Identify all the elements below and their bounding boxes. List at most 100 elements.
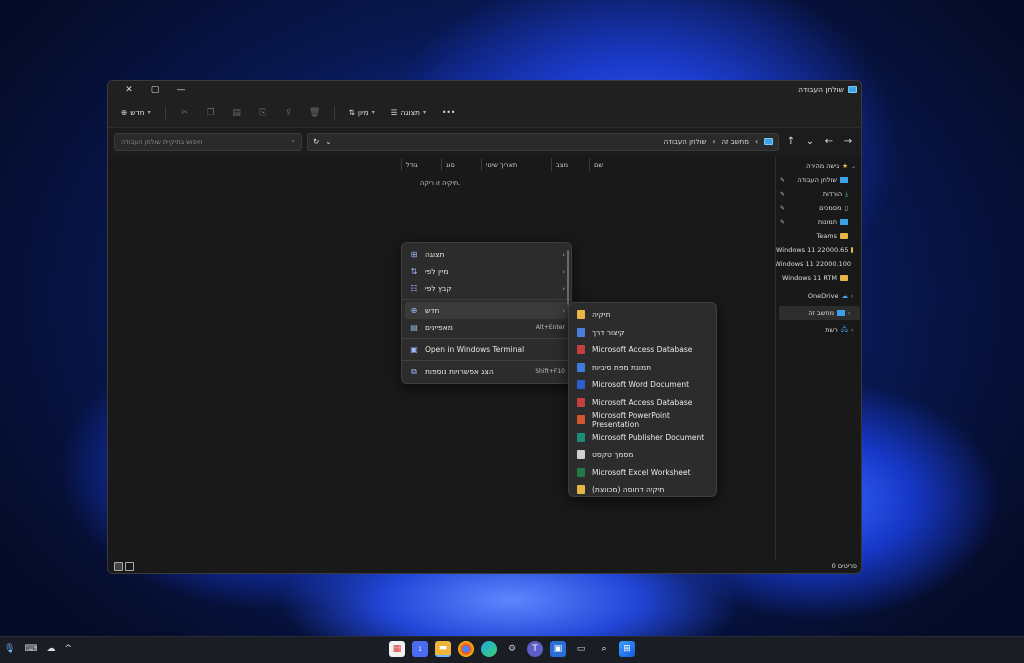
sort-button[interactable]: ⇅ מיון ▾ [344,105,380,120]
divider [333,105,335,120]
column-name-label: שם [594,160,603,169]
maximize-button[interactable]: ▢ [142,85,168,95]
sort-label: מיון [357,108,369,117]
delete-icon[interactable]: 🗑 [305,108,325,118]
column-size[interactable]: גודל [401,158,441,171]
chevron-up-icon[interactable]: ^ [64,644,72,654]
nav-item-label: Windows 11 22000.100 [776,260,851,268]
submenu-item-access-db[interactable]: Microsoft Access Database [569,341,716,359]
nav-item-pictures[interactable]: ✎ תמונות [776,215,861,229]
chat-icon[interactable]: ▭ [573,641,589,657]
command-bar: ⊕ חדש ▾ ✂ ❐ ▤ ⎘ ⇪ 🗑 ⇅ מיון ▾ ☰ תצוגה ▾ •… [108,98,861,128]
nav-network[interactable]: רשת 🖧 ‹ [776,323,861,337]
nav-onedrive[interactable]: OneDrive ☁ ‹ [776,289,861,303]
folder-icon [840,233,848,239]
access-icon [575,397,587,407]
chevron-down-icon[interactable]: ⌄ [325,137,331,146]
chrome-icon[interactable] [458,641,474,657]
address-bar[interactable]: ↻ ⌄ שולחן העבודה ‹ מחשב זה ‹ [307,132,779,151]
close-button[interactable]: ✕ [116,85,142,95]
recent-chevron-icon[interactable]: ⌄ [803,136,817,147]
submenu-item-access-db-2[interactable]: Microsoft Access Database [569,394,716,412]
submenu-item-powerpoint[interactable]: Microsoft PowerPoint Presentation [569,411,716,429]
nav-item-downloads[interactable]: ✎ הורדות ⤓ [776,187,861,201]
menu-item-label: Open in Windows Terminal [425,345,525,354]
menu-item-sort-by[interactable]: ⇅ מיין לפי › [402,263,571,280]
nav-item-desktop[interactable]: ✎ שולחן העבודה [776,173,861,187]
refresh-icon[interactable]: ↻ [313,137,319,146]
menu-item-new[interactable]: ⊕ חדש › [405,302,568,319]
group-icon: ☷ [410,284,418,293]
minimize-button[interactable]: — [168,85,194,95]
column-headers: שם מצב תאריך שינוי סוג גודל [393,158,761,171]
nav-item-documents[interactable]: ✎ מסמכים ▯ [776,201,861,215]
column-name[interactable]: שם [589,158,761,171]
submenu-item-publisher[interactable]: Microsoft Publisher Document [569,429,716,447]
column-type[interactable]: סוג [441,158,481,171]
column-date[interactable]: תאריך שינוי [481,158,551,171]
submenu-item-shortcut[interactable]: קיצור דרך [569,324,716,342]
nav-item-win11-rtm[interactable]: Windows 11 RTM [776,271,861,285]
teams-icon[interactable]: T [527,641,543,657]
nav-item-label: Windows 11 RTM [781,274,837,282]
keyboard-icon[interactable]: ⌨ [24,644,37,654]
menu-item-properties[interactable]: ▤ מאפיינים Alt+Enter [402,319,571,336]
nav-quick-access[interactable]: גישה מהירה ★ ⌄ [776,159,861,173]
microphone-icon[interactable]: 🎙 [4,644,15,654]
rename-icon[interactable]: ⎘ [253,108,273,118]
empty-folder-message: תיקיה זו ריקה. [420,179,461,187]
nav-item-label: הורדות [822,190,843,198]
search-icon[interactable]: ⌕ [596,641,612,657]
menu-scrollbar[interactable] [567,250,569,305]
submenu-item-label: תמונת מפת סיביות [592,362,652,372]
column-status-label: מצב [556,160,569,169]
column-status[interactable]: מצב [551,158,589,171]
file-explorer-icon[interactable]: ▬ [435,641,451,657]
cut-icon[interactable]: ✂ [175,108,195,118]
tiles-view-icon[interactable] [114,561,123,571]
submenu-item-excel[interactable]: Microsoft Excel Worksheet [569,464,716,482]
submenu-item-bitmap[interactable]: תמונת מפת סיביות [569,359,716,377]
address-row: חיפוש בתיקיית שולחן העבודה ⌕ ↻ ⌄ שולחן ה… [108,128,861,155]
submenu-item-word[interactable]: Microsoft Word Document [569,376,716,394]
chevron-down-icon: ▾ [371,109,375,116]
view-icon: ☰ [390,108,398,117]
teams-chat-icon[interactable]: 1 [412,641,428,657]
view-button[interactable]: ☰ תצוגה ▾ [386,105,431,120]
more-button[interactable]: ••• [437,105,460,120]
menu-item-view[interactable]: ⊞ תצוגה › [402,246,571,263]
share-icon[interactable]: ⇪ [279,108,299,118]
more-options-icon: ⧉ [411,366,417,376]
back-arrow-icon[interactable]: → [841,136,855,147]
menu-item-open-terminal[interactable]: ▣ Open in Windows Terminal [402,341,571,358]
nav-onedrive-label: OneDrive [807,292,839,300]
submenu-item-text[interactable]: מסמך טקסט [569,446,716,464]
details-view-icon[interactable] [125,561,134,571]
copy-icon[interactable]: ❐ [201,108,221,118]
nav-this-pc[interactable]: מחשב זה ‹ [779,306,860,320]
nav-item-win11-100[interactable]: Windows 11 22000.100 [776,257,861,271]
nav-item-win11-65[interactable]: Windows 11 22000.65 [776,243,861,257]
start-icon[interactable]: ⊞ [619,641,635,657]
breadcrumb-this-pc[interactable]: מחשב זה [721,138,749,146]
up-arrow-icon[interactable]: ↑ [784,136,798,147]
forward-arrow-icon[interactable]: ← [822,136,836,147]
nav-item-teams[interactable]: Teams [776,229,861,243]
submenu-item-zip[interactable]: תיקיה דחוסה (מכווצת) [569,481,716,499]
submenu-item-folder[interactable]: תיקיה [569,306,716,324]
onedrive-tray-icon[interactable]: ☁ [46,644,55,654]
folder-icon [851,247,853,253]
task-view-icon[interactable]: ▣ [550,641,566,657]
search-input[interactable]: חיפוש בתיקיית שולחן העבודה ⌕ [114,132,302,151]
edge-icon[interactable] [481,641,497,657]
menu-item-group-by[interactable]: ☷ קבץ לפי › [402,280,571,297]
window-title: שולחן העבודה [798,85,857,94]
settings-gear-icon[interactable]: ⚙ [504,641,520,657]
breadcrumb-desktop[interactable]: שולחן העבודה [664,138,707,146]
store-icon[interactable]: ▦ [389,641,405,657]
menu-item-more-options[interactable]: ⧉ הצג אפשרויות נוספות Shift+F10 [402,363,571,380]
paste-icon[interactable]: ▤ [227,108,247,118]
zip-folder-icon [575,485,587,495]
taskbar-apps: ▦ 1 ▬ ⚙ T ▣ ▭ ⌕ ⊞ [389,641,635,657]
new-button[interactable]: ⊕ חדש ▾ [116,105,156,120]
